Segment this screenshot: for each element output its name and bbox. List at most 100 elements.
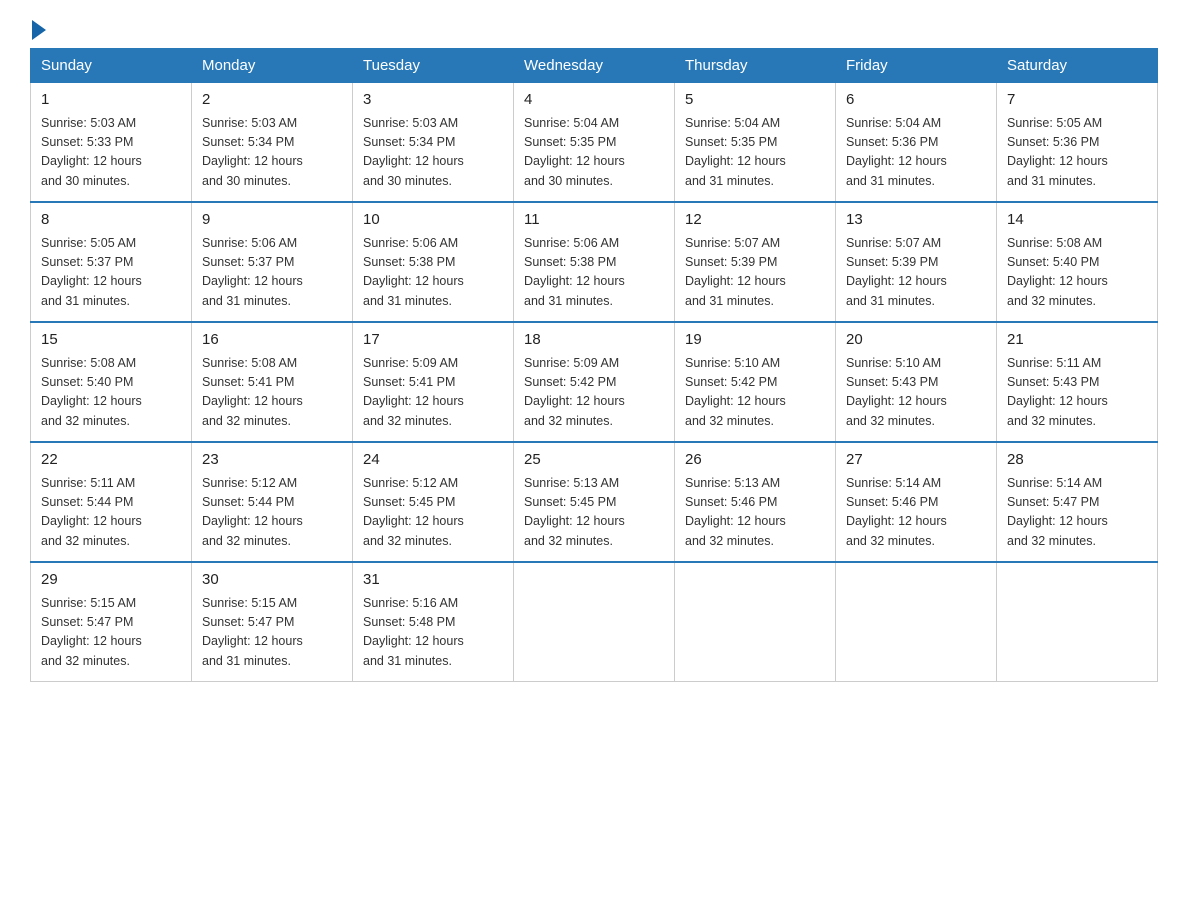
calendar-cell: 20 Sunrise: 5:10 AM Sunset: 5:43 PM Dayl… (836, 322, 997, 442)
day-number: 6 (846, 89, 986, 112)
day-number: 3 (363, 89, 503, 112)
column-header-monday: Monday (192, 49, 353, 83)
day-number: 9 (202, 209, 342, 232)
column-header-tuesday: Tuesday (353, 49, 514, 83)
calendar-cell: 2 Sunrise: 5:03 AM Sunset: 5:34 PM Dayli… (192, 83, 353, 203)
day-info: Sunrise: 5:06 AM Sunset: 5:38 PM Dayligh… (524, 234, 664, 312)
calendar-cell: 30 Sunrise: 5:15 AM Sunset: 5:47 PM Dayl… (192, 562, 353, 682)
day-info: Sunrise: 5:08 AM Sunset: 5:40 PM Dayligh… (41, 354, 181, 432)
day-number: 26 (685, 449, 825, 472)
day-number: 29 (41, 569, 181, 592)
day-info: Sunrise: 5:09 AM Sunset: 5:42 PM Dayligh… (524, 354, 664, 432)
column-header-wednesday: Wednesday (514, 49, 675, 83)
day-info: Sunrise: 5:10 AM Sunset: 5:43 PM Dayligh… (846, 354, 986, 432)
calendar-cell: 29 Sunrise: 5:15 AM Sunset: 5:47 PM Dayl… (31, 562, 192, 682)
day-info: Sunrise: 5:05 AM Sunset: 5:37 PM Dayligh… (41, 234, 181, 312)
calendar-cell: 10 Sunrise: 5:06 AM Sunset: 5:38 PM Dayl… (353, 202, 514, 322)
calendar-week-1: 1 Sunrise: 5:03 AM Sunset: 5:33 PM Dayli… (31, 83, 1158, 203)
day-info: Sunrise: 5:04 AM Sunset: 5:35 PM Dayligh… (524, 114, 664, 192)
day-info: Sunrise: 5:13 AM Sunset: 5:45 PM Dayligh… (524, 474, 664, 552)
calendar-cell: 5 Sunrise: 5:04 AM Sunset: 5:35 PM Dayli… (675, 83, 836, 203)
day-number: 16 (202, 329, 342, 352)
logo-text (30, 20, 48, 40)
calendar-cell: 22 Sunrise: 5:11 AM Sunset: 5:44 PM Dayl… (31, 442, 192, 562)
day-number: 15 (41, 329, 181, 352)
calendar-cell: 13 Sunrise: 5:07 AM Sunset: 5:39 PM Dayl… (836, 202, 997, 322)
day-info: Sunrise: 5:12 AM Sunset: 5:44 PM Dayligh… (202, 474, 342, 552)
day-info: Sunrise: 5:12 AM Sunset: 5:45 PM Dayligh… (363, 474, 503, 552)
logo-arrow-icon (32, 20, 46, 40)
day-number: 18 (524, 329, 664, 352)
day-info: Sunrise: 5:04 AM Sunset: 5:35 PM Dayligh… (685, 114, 825, 192)
day-number: 8 (41, 209, 181, 232)
calendar-week-2: 8 Sunrise: 5:05 AM Sunset: 5:37 PM Dayli… (31, 202, 1158, 322)
calendar-cell: 15 Sunrise: 5:08 AM Sunset: 5:40 PM Dayl… (31, 322, 192, 442)
calendar-cell: 24 Sunrise: 5:12 AM Sunset: 5:45 PM Dayl… (353, 442, 514, 562)
calendar-cell: 25 Sunrise: 5:13 AM Sunset: 5:45 PM Dayl… (514, 442, 675, 562)
day-number: 25 (524, 449, 664, 472)
calendar-cell: 27 Sunrise: 5:14 AM Sunset: 5:46 PM Dayl… (836, 442, 997, 562)
day-info: Sunrise: 5:05 AM Sunset: 5:36 PM Dayligh… (1007, 114, 1147, 192)
calendar-cell: 18 Sunrise: 5:09 AM Sunset: 5:42 PM Dayl… (514, 322, 675, 442)
day-info: Sunrise: 5:06 AM Sunset: 5:37 PM Dayligh… (202, 234, 342, 312)
day-number: 1 (41, 89, 181, 112)
calendar-cell: 21 Sunrise: 5:11 AM Sunset: 5:43 PM Dayl… (997, 322, 1158, 442)
calendar-cell: 9 Sunrise: 5:06 AM Sunset: 5:37 PM Dayli… (192, 202, 353, 322)
calendar-week-4: 22 Sunrise: 5:11 AM Sunset: 5:44 PM Dayl… (31, 442, 1158, 562)
day-number: 11 (524, 209, 664, 232)
logo (30, 20, 48, 38)
day-info: Sunrise: 5:08 AM Sunset: 5:40 PM Dayligh… (1007, 234, 1147, 312)
day-number: 13 (846, 209, 986, 232)
calendar-cell: 31 Sunrise: 5:16 AM Sunset: 5:48 PM Dayl… (353, 562, 514, 682)
calendar-cell: 17 Sunrise: 5:09 AM Sunset: 5:41 PM Dayl… (353, 322, 514, 442)
column-header-sunday: Sunday (31, 49, 192, 83)
day-info: Sunrise: 5:13 AM Sunset: 5:46 PM Dayligh… (685, 474, 825, 552)
calendar-cell: 16 Sunrise: 5:08 AM Sunset: 5:41 PM Dayl… (192, 322, 353, 442)
day-info: Sunrise: 5:06 AM Sunset: 5:38 PM Dayligh… (363, 234, 503, 312)
day-number: 7 (1007, 89, 1147, 112)
day-info: Sunrise: 5:16 AM Sunset: 5:48 PM Dayligh… (363, 594, 503, 672)
calendar-cell: 8 Sunrise: 5:05 AM Sunset: 5:37 PM Dayli… (31, 202, 192, 322)
day-info: Sunrise: 5:03 AM Sunset: 5:34 PM Dayligh… (202, 114, 342, 192)
day-number: 24 (363, 449, 503, 472)
calendar-week-3: 15 Sunrise: 5:08 AM Sunset: 5:40 PM Dayl… (31, 322, 1158, 442)
day-info: Sunrise: 5:14 AM Sunset: 5:46 PM Dayligh… (846, 474, 986, 552)
day-info: Sunrise: 5:07 AM Sunset: 5:39 PM Dayligh… (685, 234, 825, 312)
calendar-cell: 6 Sunrise: 5:04 AM Sunset: 5:36 PM Dayli… (836, 83, 997, 203)
calendar-cell: 26 Sunrise: 5:13 AM Sunset: 5:46 PM Dayl… (675, 442, 836, 562)
day-number: 22 (41, 449, 181, 472)
day-number: 31 (363, 569, 503, 592)
calendar-cell: 4 Sunrise: 5:04 AM Sunset: 5:35 PM Dayli… (514, 83, 675, 203)
header-row: SundayMondayTuesdayWednesdayThursdayFrid… (31, 49, 1158, 83)
calendar-cell: 1 Sunrise: 5:03 AM Sunset: 5:33 PM Dayli… (31, 83, 192, 203)
day-number: 5 (685, 89, 825, 112)
calendar-cell: 19 Sunrise: 5:10 AM Sunset: 5:42 PM Dayl… (675, 322, 836, 442)
day-number: 4 (524, 89, 664, 112)
calendar-cell: 11 Sunrise: 5:06 AM Sunset: 5:38 PM Dayl… (514, 202, 675, 322)
day-info: Sunrise: 5:14 AM Sunset: 5:47 PM Dayligh… (1007, 474, 1147, 552)
day-number: 23 (202, 449, 342, 472)
column-header-saturday: Saturday (997, 49, 1158, 83)
calendar-cell: 3 Sunrise: 5:03 AM Sunset: 5:34 PM Dayli… (353, 83, 514, 203)
day-info: Sunrise: 5:10 AM Sunset: 5:42 PM Dayligh… (685, 354, 825, 432)
calendar-cell: 23 Sunrise: 5:12 AM Sunset: 5:44 PM Dayl… (192, 442, 353, 562)
day-number: 19 (685, 329, 825, 352)
day-number: 12 (685, 209, 825, 232)
day-number: 14 (1007, 209, 1147, 232)
day-number: 28 (1007, 449, 1147, 472)
calendar-cell: 28 Sunrise: 5:14 AM Sunset: 5:47 PM Dayl… (997, 442, 1158, 562)
calendar-cell: 7 Sunrise: 5:05 AM Sunset: 5:36 PM Dayli… (997, 83, 1158, 203)
calendar-cell: 12 Sunrise: 5:07 AM Sunset: 5:39 PM Dayl… (675, 202, 836, 322)
day-info: Sunrise: 5:04 AM Sunset: 5:36 PM Dayligh… (846, 114, 986, 192)
day-info: Sunrise: 5:08 AM Sunset: 5:41 PM Dayligh… (202, 354, 342, 432)
day-info: Sunrise: 5:09 AM Sunset: 5:41 PM Dayligh… (363, 354, 503, 432)
day-number: 30 (202, 569, 342, 592)
calendar-cell (675, 562, 836, 682)
calendar-week-5: 29 Sunrise: 5:15 AM Sunset: 5:47 PM Dayl… (31, 562, 1158, 682)
day-info: Sunrise: 5:15 AM Sunset: 5:47 PM Dayligh… (41, 594, 181, 672)
calendar-cell (514, 562, 675, 682)
day-info: Sunrise: 5:11 AM Sunset: 5:43 PM Dayligh… (1007, 354, 1147, 432)
calendar-cell (836, 562, 997, 682)
day-number: 17 (363, 329, 503, 352)
day-info: Sunrise: 5:03 AM Sunset: 5:34 PM Dayligh… (363, 114, 503, 192)
